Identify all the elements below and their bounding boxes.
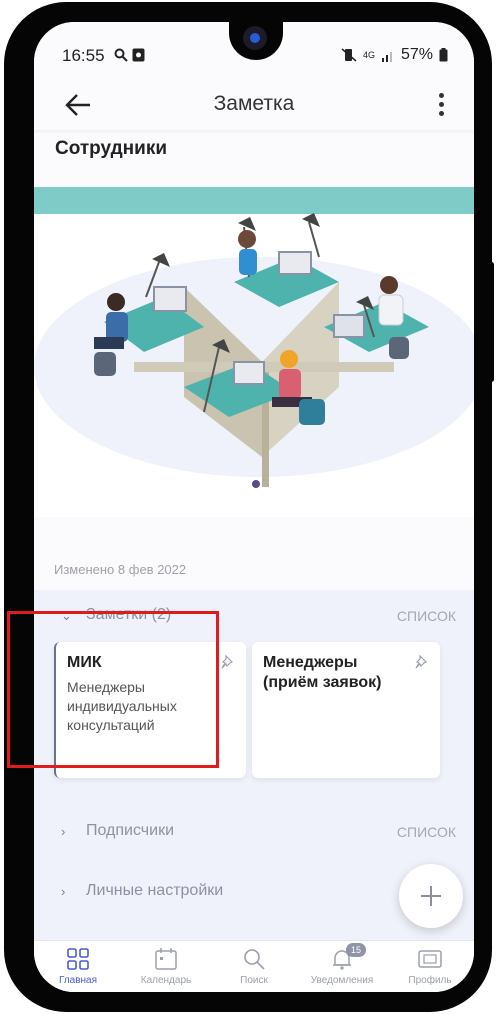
- nav-label: Главная: [58, 975, 98, 986]
- notes-list-link[interactable]: СПИСОК: [397, 608, 456, 624]
- grid-icon: [67, 948, 89, 970]
- status-time: 16:55: [62, 46, 105, 65]
- power-button: [6, 318, 11, 398]
- modified-date: Изменено 8 фев 2022: [54, 562, 187, 577]
- highlight-frame: [7, 611, 219, 768]
- app-bar-title: Заметка: [213, 92, 295, 115]
- subscribers-section-header[interactable]: › Подписчики СПИСОК: [34, 818, 474, 848]
- nav-label: Уведомления: [310, 975, 374, 986]
- chevron-right-icon: ›: [61, 824, 66, 839]
- notification-badge: 15: [346, 943, 366, 957]
- nav-label: Календарь: [140, 975, 192, 986]
- nav-profile[interactable]: Профиль: [386, 945, 474, 991]
- phone-frame: 16:55 4G 57% Заметка Сотрудники Изменено…: [4, 2, 492, 1012]
- nav-calendar[interactable]: Календарь: [122, 945, 210, 991]
- pin-icon[interactable]: [414, 654, 430, 670]
- chevron-right-icon: ›: [61, 884, 66, 899]
- app-bar: Заметка: [34, 80, 474, 130]
- note-card-title: Менеджеры (приём заявок): [263, 654, 382, 691]
- nav-label: Профиль: [408, 975, 452, 986]
- profile-card-icon: [418, 950, 442, 968]
- app-status-icon: [132, 48, 145, 62]
- nav-search[interactable]: Поиск: [210, 945, 298, 991]
- office-workers-illustration: [34, 187, 474, 517]
- status-right: 4G 57%: [341, 46, 448, 64]
- subscribers-section-label: Подписчики: [86, 822, 175, 839]
- side-button-right: [489, 262, 494, 382]
- search-icon: [244, 949, 265, 970]
- battery-percent: 57%: [400, 46, 433, 63]
- mute-vibrate-icon: [341, 48, 357, 62]
- add-fab-button[interactable]: [399, 864, 463, 928]
- nav-label: Поиск: [240, 975, 268, 986]
- bottom-nav: Главная Календарь Поиск 15 Уведомления П…: [34, 940, 474, 992]
- battery-icon: [439, 48, 448, 62]
- pin-icon[interactable]: [220, 654, 236, 670]
- network-type: 4G: [362, 50, 375, 60]
- volume-button: [6, 228, 11, 308]
- page-title: Сотрудники: [55, 138, 168, 159]
- more-vertical-icon[interactable]: [432, 88, 452, 122]
- nav-home[interactable]: Главная: [34, 945, 122, 991]
- signal-icon: [381, 51, 392, 62]
- search-status-icon: [114, 48, 128, 62]
- nav-notifications[interactable]: 15 Уведомления: [298, 943, 386, 991]
- screen: 16:55 4G 57% Заметка Сотрудники Изменено…: [34, 22, 474, 992]
- calendar-icon: [155, 948, 177, 970]
- note-card-managers[interactable]: Менеджеры (приём заявок): [252, 642, 440, 778]
- subscribers-list-link[interactable]: СПИСОК: [397, 824, 456, 840]
- settings-section-label: Личные настройки: [86, 882, 224, 899]
